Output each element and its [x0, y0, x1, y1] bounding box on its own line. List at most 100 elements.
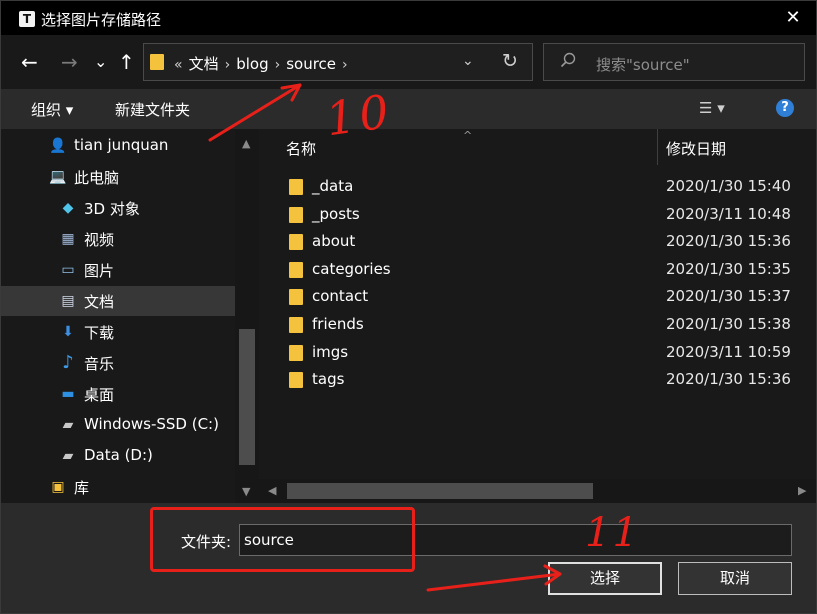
sidebar-item-label: 文档 — [84, 293, 115, 311]
scrollbar-thumb[interactable] — [239, 329, 255, 465]
sidebar-item-label: 此电脑 — [74, 169, 120, 187]
view-options-icon[interactable]: ☰ ▾ — [699, 99, 725, 117]
breadcrumb-item-documents[interactable]: 文档 — [189, 55, 219, 73]
sidebar-item-drive-d[interactable]: ▰ Data (D:) — [1, 441, 235, 471]
sidebar-item-desktop[interactable]: ▬ 桌面 — [1, 379, 235, 409]
drive-icon: ▰ — [62, 448, 74, 464]
scroll-right-icon[interactable]: ▶ — [798, 484, 806, 497]
sidebar-item-label: 视频 — [84, 231, 115, 249]
file-row[interactable]: _data 2020/1/30 15:40 — [259, 173, 816, 200]
title-bar: T 选择图片存储路径 ✕ — [1, 1, 816, 35]
scroll-left-icon[interactable]: ◀ — [268, 484, 276, 497]
folder-icon — [289, 289, 303, 305]
file-name: tags — [312, 370, 345, 388]
folder-field-label: 文件夹: — [181, 533, 232, 551]
download-icon: ⬇ — [62, 324, 74, 340]
breadcrumb-item-source[interactable]: source — [286, 55, 336, 73]
sidebar-item-label: 下载 — [84, 324, 115, 342]
sidebar-item-drive-c[interactable]: ▰ Windows-SSD (C:) — [1, 410, 235, 440]
file-date: 2020/1/30 15:36 — [666, 232, 791, 250]
file-list: ^ 名称 修改日期 _data 2020/1/30 15:40 _posts 2… — [259, 129, 816, 503]
file-row[interactable]: about 2020/1/30 15:36 — [259, 228, 816, 255]
address-bar[interactable]: « 文档 › blog › source › ⌄ ↻ — [143, 43, 533, 81]
new-folder-button[interactable]: 新建文件夹 — [115, 99, 190, 120]
organize-menu[interactable]: 组织 ▾ — [31, 99, 73, 120]
address-dropdown-icon[interactable]: ⌄ — [462, 53, 474, 69]
dialog-footer: 文件夹: 选择 取消 — [1, 503, 816, 613]
sidebar-item-this-pc[interactable]: 💻 此电脑 — [1, 162, 235, 192]
folder-icon — [150, 54, 164, 70]
scrollbar-thumb[interactable] — [287, 483, 593, 499]
computer-icon: 💻 — [49, 169, 67, 185]
file-row[interactable]: imgs 2020/3/11 10:59 — [259, 339, 816, 366]
folder-icon — [289, 234, 303, 250]
search-input[interactable]: 搜索"source" — [543, 43, 805, 81]
select-button[interactable]: 选择 — [548, 562, 662, 595]
column-divider[interactable] — [657, 129, 658, 165]
forward-button[interactable]: → — [61, 50, 78, 74]
sidebar-item-downloads[interactable]: ⬇ 下载 — [1, 317, 235, 347]
recent-locations-button[interactable]: ⌄ — [94, 50, 107, 74]
help-icon[interactable]: ? — [776, 99, 794, 117]
sort-ascending-icon: ^ — [463, 129, 473, 142]
chevron-right-icon[interactable]: › — [275, 57, 281, 73]
cancel-button[interactable]: 取消 — [678, 562, 792, 595]
breadcrumb-item-blog[interactable]: blog — [236, 55, 268, 73]
navigation-bar: ← → ⌄ ↑ « 文档 › blog › source › ⌄ ↻ 搜索"source" — [1, 35, 816, 89]
horizontal-scrollbar[interactable]: ◀ ▶ — [259, 479, 816, 503]
sidebar-item-libraries[interactable]: ▣ 库 — [1, 472, 235, 502]
folder-icon — [289, 345, 303, 361]
file-name: about — [312, 232, 356, 250]
file-row[interactable]: friends 2020/1/30 15:38 — [259, 311, 816, 338]
file-date: 2020/1/30 15:40 — [666, 177, 791, 195]
sidebar-item-label: 3D 对象 — [84, 200, 140, 218]
column-header-date[interactable]: 修改日期 — [666, 138, 726, 174]
file-row[interactable]: contact 2020/1/30 15:37 — [259, 283, 816, 310]
breadcrumb-overflow[interactable]: « — [174, 57, 183, 73]
file-date: 2020/1/30 15:36 — [666, 370, 791, 388]
sidebar-item-videos[interactable]: ▦ 视频 — [1, 224, 235, 254]
chevron-right-icon[interactable]: › — [342, 57, 348, 73]
column-header-name[interactable]: 名称 — [286, 138, 316, 174]
file-date: 2020/1/30 15:35 — [666, 260, 791, 278]
file-row[interactable]: tags 2020/1/30 15:36 — [259, 366, 816, 393]
scroll-up-icon[interactable]: ▲ — [242, 137, 250, 150]
up-button[interactable]: ↑ — [118, 50, 135, 74]
sidebar-item-label: 桌面 — [84, 386, 115, 404]
folder-icon — [289, 262, 303, 278]
folder-icon — [289, 207, 303, 223]
scroll-down-icon[interactable]: ▼ — [242, 485, 250, 498]
file-name: categories — [312, 260, 391, 278]
search-icon — [560, 52, 576, 72]
window-title: 选择图片存储路径 — [41, 11, 162, 29]
music-icon: ♪ — [62, 352, 74, 373]
refresh-icon[interactable]: ↻ — [502, 50, 518, 72]
file-name: friends — [312, 315, 364, 333]
drive-icon: ▰ — [62, 417, 74, 433]
picture-icon: ▭ — [61, 262, 75, 278]
sidebar-item-label: 库 — [74, 479, 90, 497]
file-date: 2020/3/11 10:59 — [666, 343, 791, 361]
chevron-right-icon[interactable]: › — [225, 57, 231, 73]
sidebar-item-music[interactable]: ♪ 音乐 — [1, 348, 235, 378]
back-button[interactable]: ← — [21, 50, 38, 74]
sidebar-item-user[interactable]: 👤 tian junquan — [1, 131, 235, 161]
folder-icon — [289, 317, 303, 333]
sidebar-item-documents[interactable]: ▤ 文档 — [1, 286, 235, 316]
file-name: _posts — [312, 205, 360, 223]
folder-name-input[interactable] — [239, 524, 792, 556]
sidebar-scrollbar[interactable]: ▲ ▼ — [235, 129, 259, 503]
film-icon: ▦ — [61, 231, 75, 247]
file-name: _data — [312, 177, 354, 195]
sidebar-item-pictures[interactable]: ▭ 图片 — [1, 255, 235, 285]
user-icon: 👤 — [49, 138, 67, 154]
sidebar-item-3d-objects[interactable]: ◆ 3D 对象 — [1, 193, 235, 223]
command-toolbar: 组织 ▾ 新建文件夹 ☰ ▾ ? — [1, 89, 816, 129]
file-name: imgs — [312, 343, 349, 361]
close-button[interactable]: ✕ — [770, 1, 816, 35]
file-row[interactable]: _posts 2020/3/11 10:48 — [259, 201, 816, 228]
file-row[interactable]: categories 2020/1/30 15:35 — [259, 256, 816, 283]
file-name: contact — [312, 287, 369, 305]
cube-icon: ◆ — [62, 200, 74, 216]
search-placeholder: 搜索"source" — [596, 56, 690, 74]
